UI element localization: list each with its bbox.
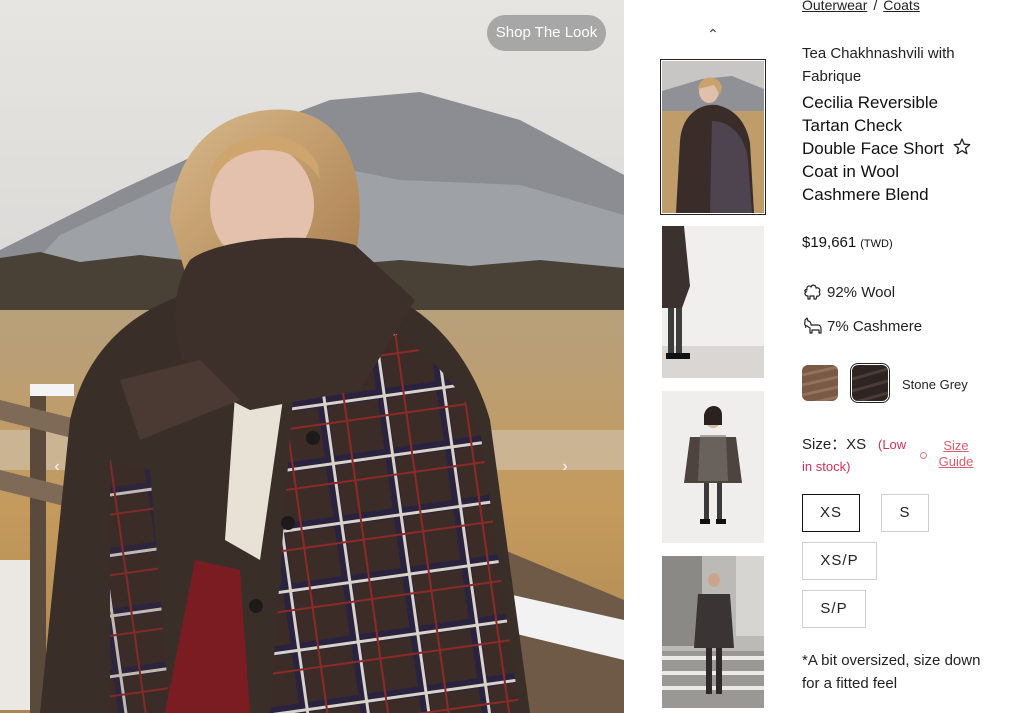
size-option-s[interactable]: S — [881, 494, 929, 532]
breadcrumb-coats[interactable]: Coats — [883, 0, 920, 13]
price-value: $19,661 — [802, 234, 857, 251]
stock-status-text: (Low in stock) — [802, 437, 907, 474]
chevron-left-icon[interactable]: ‹ — [47, 455, 67, 479]
size-guide-link[interactable]: Size Guide — [936, 438, 976, 470]
ruler-icon — [920, 452, 927, 459]
designer-name[interactable]: Tea Chakhnashvili with Fabrique — [802, 42, 977, 88]
composition-cashmere: 7% Cashmere — [802, 314, 922, 338]
breadcrumb-outerwear[interactable]: Outerwear — [802, 0, 867, 13]
thumbnail-4[interactable] — [662, 556, 764, 708]
chevron-up-icon[interactable]: ⌃ — [700, 26, 726, 48]
price: $19,661 (TWD) — [802, 234, 893, 251]
selected-color-name: Stone Grey — [902, 377, 968, 392]
price-currency: (TWD) — [860, 238, 893, 250]
brown-swatch[interactable] — [802, 365, 838, 401]
stock-status: (Low in stock) — [802, 434, 914, 478]
breadcrumb-separator: / — [873, 0, 878, 13]
shop-the-look-button[interactable]: Shop The Look — [487, 15, 606, 51]
composition-wool: 92% Wool — [802, 280, 895, 304]
star-outline-icon[interactable] — [952, 137, 972, 157]
fit-note: *A bit oversized, size down for a fitted… — [802, 652, 981, 692]
hero-photo — [0, 0, 624, 713]
composition-cashmere-label: 7% Cashmere — [827, 317, 923, 335]
size-option-xs[interactable]: XS — [802, 494, 860, 532]
composition-wool-label: 92% Wool — [827, 283, 896, 301]
product-title: Cecilia Reversible Tartan Check Double F… — [802, 93, 944, 204]
stone-grey-swatch[interactable] — [850, 363, 890, 403]
size-option-s-p[interactable]: S/P — [802, 590, 866, 628]
size-option-xs-p[interactable]: XS/P — [802, 542, 877, 580]
goat-icon — [804, 317, 822, 334]
hero-image: Shop The Look ‹ › — [0, 0, 624, 713]
thumbnail-2[interactable] — [662, 226, 764, 378]
thumbnail-3[interactable] — [662, 391, 764, 543]
chevron-right-icon[interactable]: › — [555, 455, 575, 479]
breadcrumb: Outerwear / Coats — [802, 0, 920, 13]
sheep-icon — [804, 284, 821, 300]
thumbnail-1[interactable] — [660, 59, 766, 215]
